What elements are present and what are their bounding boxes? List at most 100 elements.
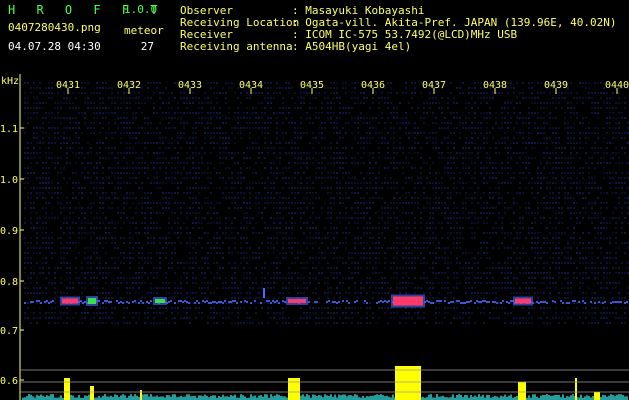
noise-speckle [75, 242, 77, 244]
noise-speckle [36, 287, 38, 289]
noise-speckle [510, 82, 512, 84]
noise-speckle [489, 207, 491, 209]
noise-speckle [342, 162, 344, 164]
noise-speckle [300, 137, 302, 139]
noise-speckle [279, 172, 281, 174]
noise-speckle [450, 177, 452, 179]
noise-speckle [255, 127, 257, 129]
noise-speckle [243, 252, 245, 254]
noise-speckle [525, 142, 527, 144]
noise-speckle [339, 157, 341, 159]
noise-speckle [141, 202, 143, 204]
noise-speckle [33, 252, 35, 254]
noise-speckle [468, 317, 470, 319]
noise-speckle [213, 292, 215, 294]
noise-speckle [522, 227, 524, 229]
noise-speckle [330, 292, 332, 294]
noise-speckle [345, 307, 347, 309]
noise-speckle [288, 267, 290, 269]
noise-speckle [543, 277, 545, 279]
noise-speckle [201, 217, 203, 219]
noise-speckle [384, 137, 386, 139]
noise-speckle [210, 142, 212, 144]
noise-speckle [162, 102, 164, 104]
noise-speckle [336, 227, 338, 229]
noise-speckle [504, 312, 506, 314]
noise-speckle [294, 187, 296, 189]
noise-speckle [150, 207, 152, 209]
noise-speckle [510, 167, 512, 169]
noise-speckle [399, 322, 401, 324]
noise-speckle [369, 167, 371, 169]
noise-speckle [453, 102, 455, 104]
noise-speckle [357, 127, 359, 129]
noise-speckle [132, 217, 134, 219]
noise-speckle [279, 272, 281, 274]
noise-speckle [459, 132, 461, 134]
noise-speckle [396, 252, 398, 254]
noise-speckle [459, 262, 461, 264]
noise-speckle [537, 177, 539, 179]
noise-speckle [411, 242, 413, 244]
noise-speckle [201, 187, 203, 189]
noise-speckle [396, 207, 398, 209]
noise-speckle [240, 192, 242, 194]
noise-speckle [402, 277, 404, 279]
noise-speckle [222, 122, 224, 124]
noise-speckle [177, 182, 179, 184]
noise-speckle [204, 277, 206, 279]
noise-speckle [81, 267, 83, 269]
noise-speckle [147, 132, 149, 134]
noise-speckle [24, 152, 26, 154]
noise-speckle [216, 232, 218, 234]
noise-speckle [54, 162, 56, 164]
noise-speckle [369, 302, 371, 304]
noise-speckle [84, 307, 86, 309]
noise-speckle [165, 192, 167, 194]
noise-speckle [72, 172, 74, 174]
noise-speckle [210, 137, 212, 139]
noise-speckle [72, 147, 74, 149]
noise-speckle [180, 162, 182, 164]
noise-speckle [285, 222, 287, 224]
noise-speckle [45, 207, 47, 209]
noise-speckle [492, 262, 494, 264]
noise-speckle [429, 107, 431, 109]
noise-speckle [147, 177, 149, 179]
noise-speckle [528, 182, 530, 184]
noise-speckle [282, 112, 284, 114]
noise-speckle [567, 157, 569, 159]
noise-speckle [321, 312, 323, 314]
noise-speckle [99, 202, 101, 204]
noise-speckle [267, 252, 269, 254]
noise-speckle [261, 287, 263, 289]
noise-speckle [216, 252, 218, 254]
noise-speckle [291, 152, 293, 154]
noise-speckle [108, 112, 110, 114]
noise-speckle [342, 262, 344, 264]
noise-speckle [354, 217, 356, 219]
noise-speckle [465, 322, 467, 324]
noise-speckle [75, 182, 77, 184]
noise-speckle [102, 277, 104, 279]
noise-speckle [534, 247, 536, 249]
noise-speckle [366, 142, 368, 144]
noise-speckle [369, 177, 371, 179]
noise-speckle [366, 97, 368, 99]
noise-speckle [501, 287, 503, 289]
noise-speckle [345, 207, 347, 209]
noise-speckle [519, 222, 521, 224]
noise-speckle [528, 292, 530, 294]
noise-speckle [330, 192, 332, 194]
noise-speckle [561, 107, 563, 109]
noise-speckle [354, 92, 356, 94]
noise-speckle [426, 282, 428, 284]
noise-speckle [297, 322, 299, 324]
noise-speckle [339, 317, 341, 319]
noise-speckle [102, 212, 104, 214]
noise-speckle [555, 127, 557, 129]
noise-speckle [81, 317, 83, 319]
noise-speckle [48, 267, 50, 269]
noise-speckle [333, 102, 335, 104]
noise-speckle [81, 212, 83, 214]
